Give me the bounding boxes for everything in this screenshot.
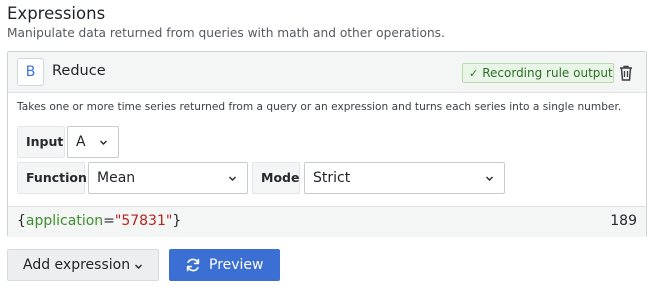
series-labels: {application="57831"} bbox=[17, 213, 181, 229]
recording-rule-label: Recording rule output bbox=[482, 66, 613, 80]
open-brace: { bbox=[17, 213, 26, 229]
input-select[interactable]: A bbox=[67, 126, 119, 158]
expression-description: Takes one or more time series returned f… bbox=[17, 101, 622, 113]
mode-select[interactable]: Strict bbox=[304, 162, 505, 194]
mode-value: Strict bbox=[313, 170, 351, 186]
function-label: Function bbox=[17, 162, 87, 194]
chevron-down-icon bbox=[486, 176, 493, 181]
chevron-down-icon bbox=[135, 264, 142, 269]
section-description: Manipulate data returned from queries wi… bbox=[7, 26, 445, 40]
input-value: A bbox=[76, 134, 86, 150]
result-row: {application="57831"} 189 bbox=[8, 206, 646, 237]
trash-icon[interactable] bbox=[618, 64, 634, 82]
mode-label: Mode bbox=[252, 162, 300, 194]
preview-button[interactable]: Preview bbox=[169, 249, 280, 281]
label-key: application bbox=[25, 213, 104, 229]
section-title: Expressions bbox=[7, 4, 106, 23]
expression-type: Reduce bbox=[52, 63, 106, 79]
result-value: 189 bbox=[610, 213, 637, 229]
function-select[interactable]: Mean bbox=[88, 162, 248, 194]
chevron-down-icon bbox=[100, 140, 107, 145]
label-equals: = bbox=[103, 213, 115, 229]
expression-card: B Reduce ✓ Recording rule output Takes on… bbox=[7, 51, 647, 237]
add-expression-label: Add expression bbox=[23, 257, 131, 273]
expression-header: B Reduce ✓ Recording rule output bbox=[8, 52, 646, 93]
refresh-icon bbox=[186, 258, 200, 272]
check-icon: ✓ bbox=[469, 67, 479, 80]
close-brace: } bbox=[172, 213, 182, 229]
recording-rule-badge[interactable]: ✓ Recording rule output bbox=[462, 63, 614, 83]
chevron-down-icon bbox=[229, 176, 236, 181]
input-label: Input bbox=[17, 126, 65, 158]
function-value: Mean bbox=[97, 170, 136, 186]
preview-label: Preview bbox=[209, 257, 264, 273]
label-value: "57831" bbox=[114, 213, 173, 229]
ref-id-badge[interactable]: B bbox=[17, 58, 44, 86]
add-expression-button[interactable]: Add expression bbox=[7, 249, 159, 281]
